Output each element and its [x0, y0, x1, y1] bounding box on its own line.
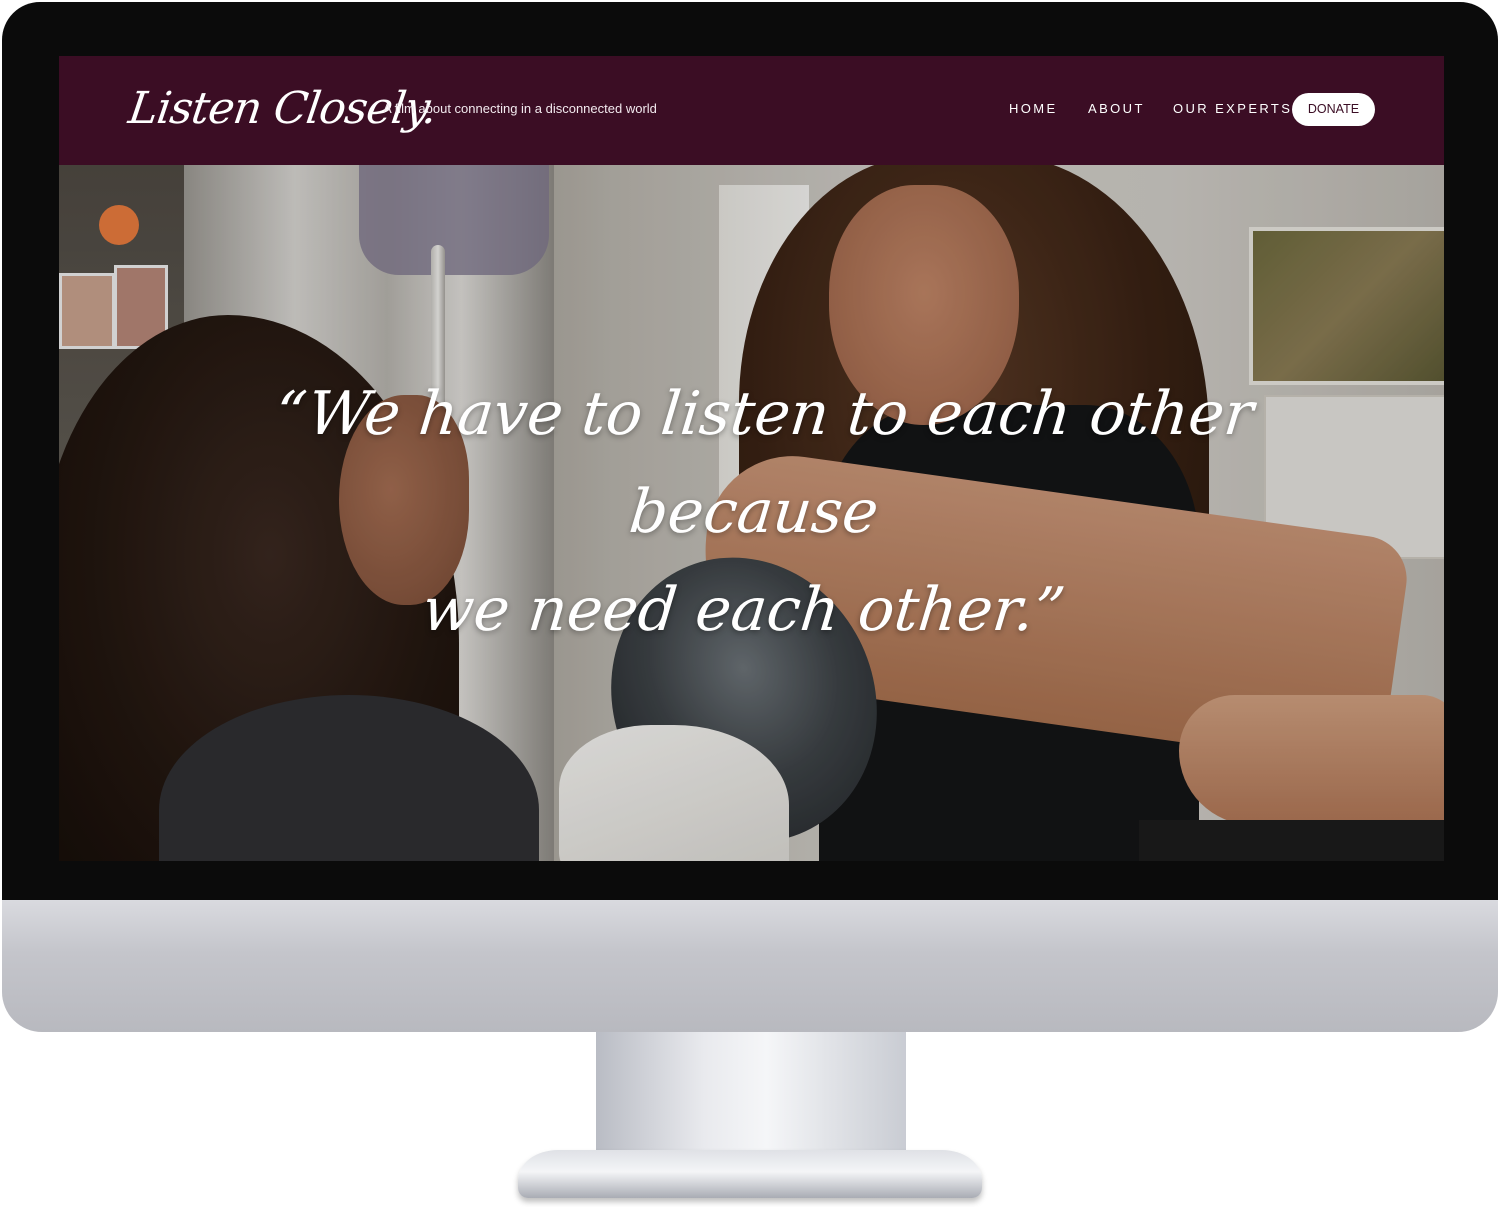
- hero-quote-line: we need each other.”: [419, 575, 1069, 645]
- nav-link-our-experts[interactable]: OUR EXPERTS: [1173, 100, 1292, 118]
- hero-quote-line: “We have to listen to each other because: [271, 379, 1257, 547]
- site-header: Listen Closely. A film about connecting …: [59, 56, 1444, 165]
- hero-banner: “We have to listen to each other because…: [59, 165, 1444, 861]
- monitor-stand-foot: [518, 1150, 982, 1198]
- monitor-chin: [2, 900, 1498, 1032]
- nav-link-about[interactable]: ABOUT: [1088, 100, 1145, 118]
- site-tagline: A film about connecting in a disconnecte…: [383, 101, 657, 116]
- website-screen: Listen Closely. A film about connecting …: [59, 56, 1444, 861]
- desktop-monitor-mockup: Listen Closely. A film about connecting …: [0, 0, 1500, 1207]
- nav-link-home[interactable]: HOME: [1009, 100, 1058, 118]
- hero-quote: “We have to listen to each other because…: [194, 365, 1315, 659]
- donate-button[interactable]: DONATE: [1292, 93, 1375, 126]
